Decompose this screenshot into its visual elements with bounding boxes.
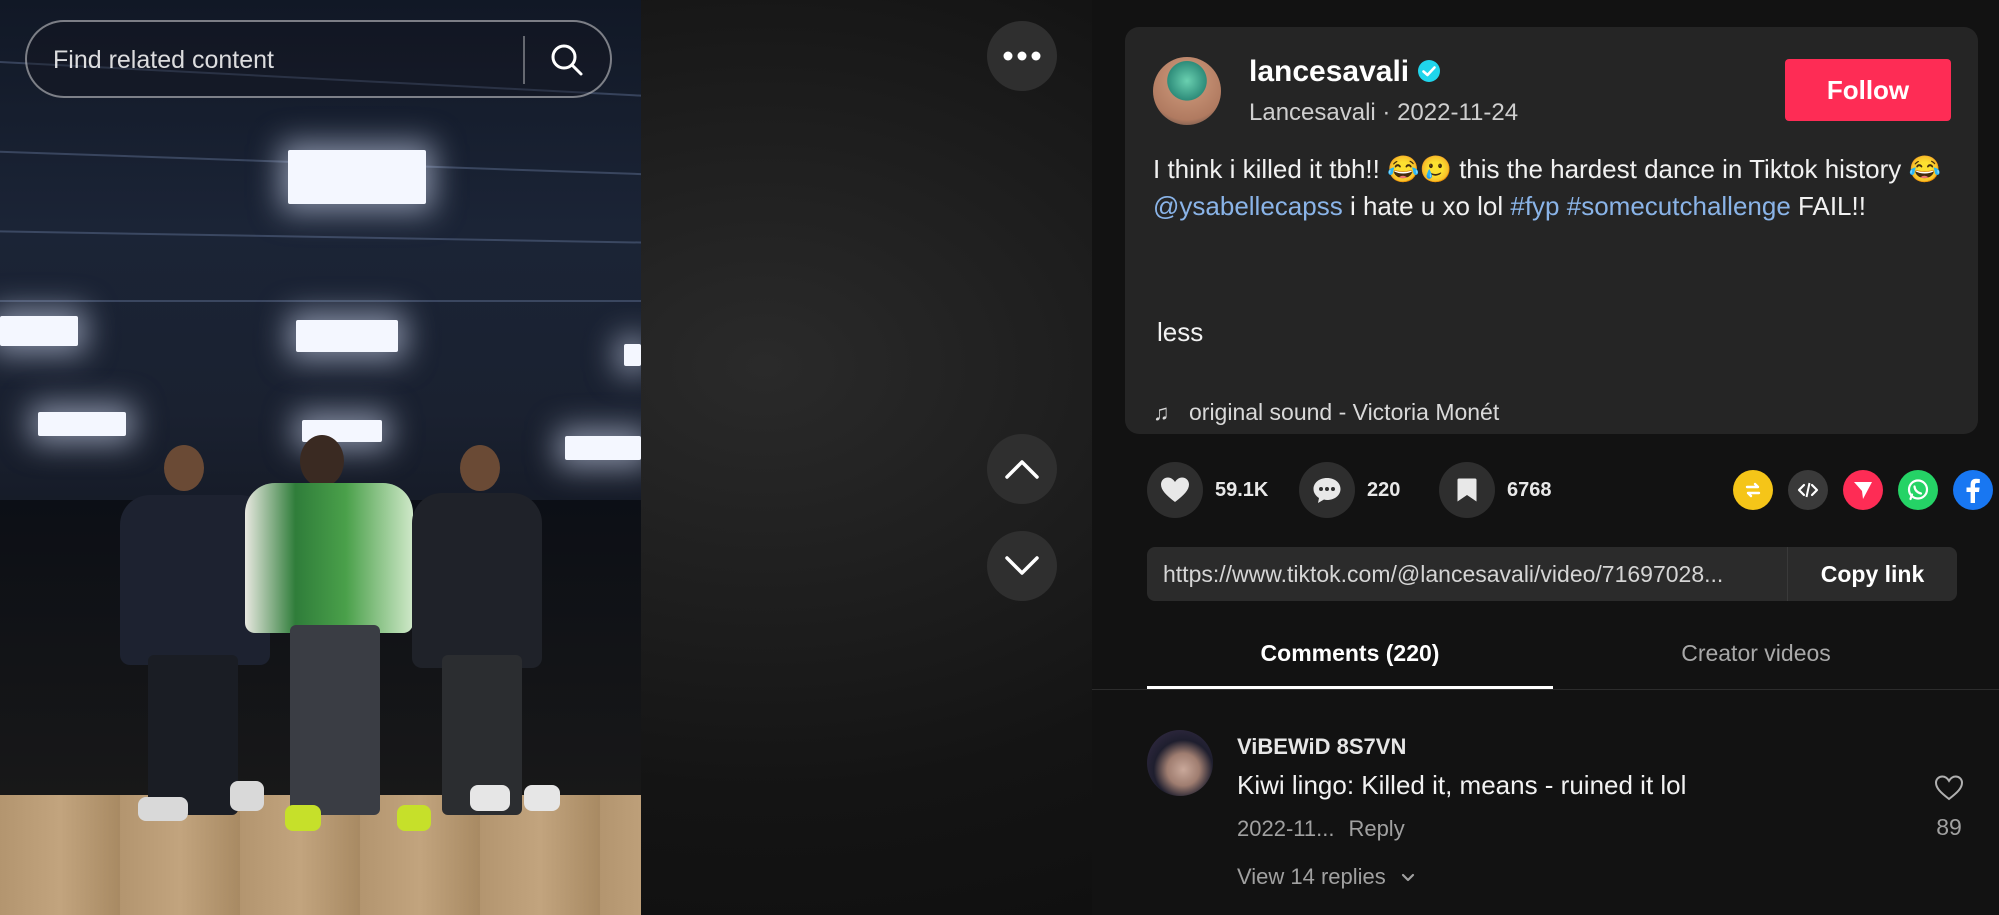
description-text: FAIL!! [1790,191,1866,221]
search-icon [551,44,583,76]
ceiling-light [0,316,78,346]
music-link[interactable]: ♫ original sound - Victoria Monét [1153,399,1499,426]
like-button[interactable]: 59.1K [1147,462,1268,518]
description-text: i hate u xo lol [1342,191,1511,221]
dancer-center [245,435,431,835]
search-input[interactable] [53,44,513,76]
video-link-row: https://www.tiktok.com/@lancesavali/vide… [1147,547,1957,601]
search-divider [523,36,525,84]
creator-avatar[interactable] [1153,57,1221,125]
commenter-avatar[interactable] [1147,730,1213,796]
username-text: lancesavali [1249,55,1410,88]
search-bar [25,20,612,98]
search-button[interactable] [547,40,587,80]
mention-link[interactable]: @ysabellecapss [1153,191,1343,221]
commenter-username[interactable]: ViBEWiD 8S7VN [1237,734,1406,760]
details-panel: lancesavali Lancesavali · 2022-11-24 Fol… [1092,0,1999,915]
post-description: I think i killed it tbh!! 😂🥲 this the ha… [1153,151,1943,225]
creator-username[interactable]: lancesavali [1249,55,1441,89]
comment-text: Kiwi lingo: Killed it, means - ruined it… [1237,770,1687,800]
save-count: 6768 [1507,478,1552,501]
music-title: original sound - Victoria Monét [1189,399,1500,425]
whatsapp-button[interactable] [1898,470,1938,510]
heart-icon [1161,477,1189,502]
facebook-button[interactable] [1953,470,1993,510]
ceiling-light [565,436,641,460]
ceiling-beam [0,300,641,302]
comment-like-count: 89 [1936,814,1962,840]
save-button[interactable]: 6768 [1439,462,1552,518]
post-info-card: lancesavali Lancesavali · 2022-11-24 Fol… [1125,27,1978,434]
follow-button[interactable]: Follow [1785,59,1951,121]
chevron-up-icon [1005,460,1039,479]
reply-button[interactable]: Reply [1348,816,1404,841]
creator-subline: Lancesavali · 2022-11-24 [1249,99,1519,126]
music-note-icon: ♫ [1153,400,1170,425]
comment-like-button[interactable] [1929,774,1969,807]
chevron-down-icon [1005,556,1039,575]
less-toggle[interactable]: less [1157,317,1203,348]
repost-button[interactable] [1733,470,1773,510]
comment-circle [1299,462,1355,518]
hashtag-link[interactable]: #somecutchallenge [1567,191,1791,221]
post-date: 2022-11-24 [1397,99,1519,126]
more-options-button[interactable] [987,21,1057,91]
view-replies-label: View 14 replies [1237,864,1386,889]
embed-icon [1797,482,1819,498]
video-url[interactable]: https://www.tiktok.com/@lancesavali/vide… [1163,561,1763,588]
heart-outline-icon [1934,775,1964,801]
active-tab-indicator [1147,686,1553,689]
facebook-icon [1966,478,1980,503]
send-button[interactable] [1843,470,1883,510]
ceiling-light [288,150,426,204]
whatsapp-icon [1907,479,1929,501]
next-video-button[interactable] [987,531,1057,601]
tab-creator-videos[interactable]: Creator videos [1553,640,1959,667]
comment-date: 2022-11... [1237,816,1335,841]
like-count: 59.1K [1215,478,1269,501]
ceiling-beam [0,230,641,245]
ceiling-light [38,412,126,436]
panel-tabs: Comments (220) Creator videos [1092,630,1999,690]
tab-comments[interactable]: Comments (220) [1147,640,1553,667]
chevron-down-icon [1401,873,1415,882]
comment-bubble-icon [1313,478,1341,503]
description-text: I think i killed it tbh!! 😂🥲 this the ha… [1153,154,1941,184]
send-icon [1854,482,1872,499]
actions-bar: 59.1K 220 6768 [1147,462,1993,518]
more-dots-icon [1003,51,1041,61]
comment-meta: 2022-11... Reply [1237,816,1405,842]
previous-video-button[interactable] [987,434,1057,504]
hashtag-link[interactable]: #fyp [1510,191,1559,221]
save-circle [1439,462,1495,518]
dancer-right [412,445,562,825]
ceiling-light [296,320,398,352]
ceiling-light [624,344,641,366]
creator-nickname: Lancesavali [1249,99,1376,126]
comment-item: ViBEWiD 8S7VN Kiwi lingo: Killed it, mea… [1147,730,1977,910]
copy-link-button[interactable]: Copy link [1787,547,1957,601]
video-player[interactable] [0,0,641,915]
comment-button[interactable]: 220 [1299,462,1400,518]
view-replies-button[interactable]: View 14 replies [1237,864,1416,890]
repost-icon [1745,482,1761,498]
video-area [0,0,1092,915]
bookmark-icon [1457,478,1477,502]
like-circle [1147,462,1203,518]
embed-button[interactable] [1788,470,1828,510]
verified-badge-icon [1418,60,1441,82]
comment-count: 220 [1367,478,1401,501]
